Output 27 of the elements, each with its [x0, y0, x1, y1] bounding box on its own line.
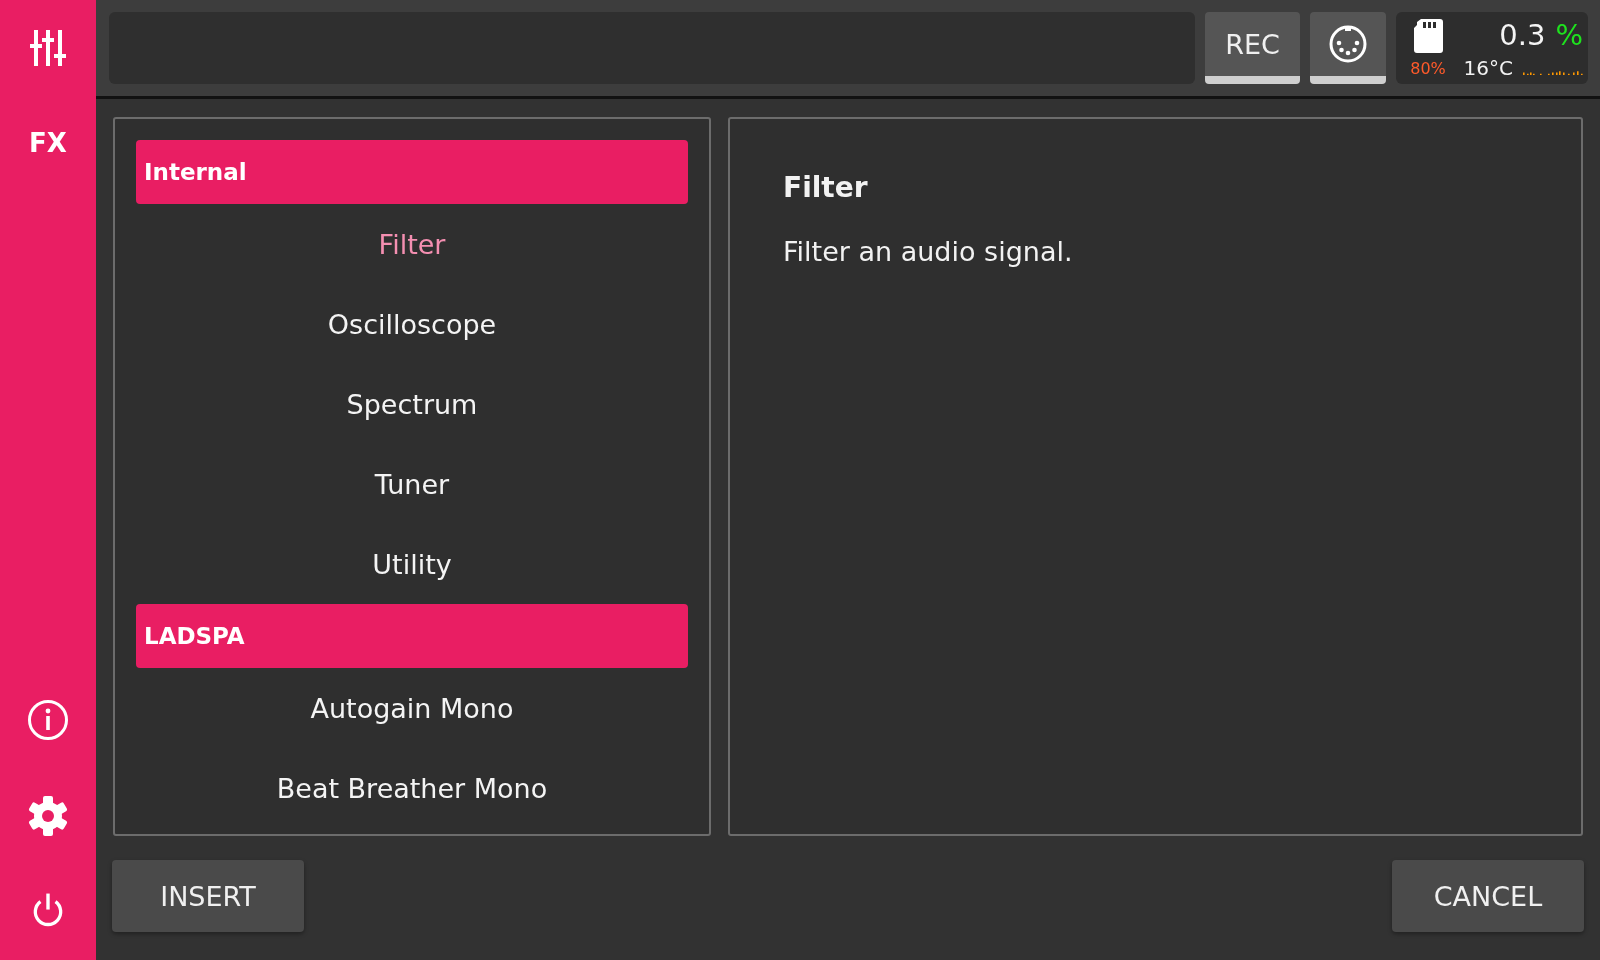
- cancel-button[interactable]: CANCEL: [1392, 860, 1584, 932]
- din-connector-icon: [1329, 25, 1367, 63]
- mixer-sliders-icon[interactable]: [30, 30, 66, 66]
- plugin-list-item[interactable]: Beat Breather Mono: [136, 748, 688, 828]
- sd-card-icon: [1413, 19, 1443, 53]
- cpu-load: 0.3: [1499, 18, 1546, 52]
- info-icon[interactable]: [28, 700, 68, 740]
- insert-button[interactable]: INSERT: [112, 860, 304, 932]
- power-icon[interactable]: [32, 893, 64, 928]
- plugin-title: Filter: [783, 171, 869, 205]
- plugin-list-item[interactable]: Filter: [136, 204, 688, 284]
- plugin-list-item[interactable]: Autogain Mono: [136, 668, 688, 748]
- category-header: LADSPA: [136, 604, 688, 668]
- storage-usage: 80%: [1410, 59, 1446, 79]
- plugin-list-item[interactable]: Oscilloscope: [136, 284, 688, 364]
- fx-nav-item[interactable]: FX: [29, 131, 67, 155]
- midi-button[interactable]: [1310, 12, 1386, 84]
- settings-icon[interactable]: [28, 796, 68, 836]
- record-button[interactable]: REC: [1205, 12, 1300, 84]
- plugin-list-item[interactable]: Tuner: [136, 444, 688, 524]
- plugin-list-item[interactable]: Utility: [136, 524, 688, 604]
- temperature: 16°C: [1463, 56, 1513, 80]
- category-header: Internal: [136, 140, 688, 204]
- plugin-list-item[interactable]: Spectrum: [136, 364, 688, 444]
- plugin-description: Filter an audio signal.: [783, 235, 1074, 269]
- cpu-unit: %: [1555, 18, 1583, 52]
- cpu-history-graph: [1521, 70, 1583, 75]
